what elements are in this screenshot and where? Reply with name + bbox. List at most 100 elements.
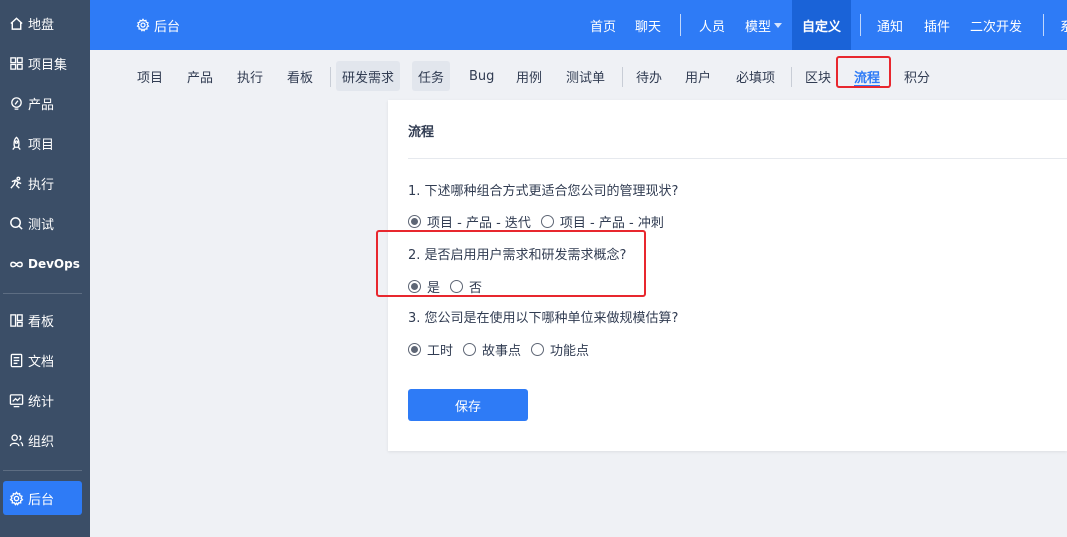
subnav-product[interactable]: 产品 <box>181 61 219 91</box>
sidebar-item-company[interactable]: 组织 <box>0 423 90 457</box>
sidebar-item-label: 项目 <box>28 137 55 153</box>
topnav-separator <box>1043 14 1044 36</box>
topnav-dev[interactable]: 二次开发 <box>970 0 1022 50</box>
subnav-separator <box>622 67 623 87</box>
sidebar-item-label: 后台 <box>28 492 55 508</box>
question-2: 2. 是否启用用户需求和研发需求概念? <box>408 248 627 263</box>
topnav-separator <box>680 14 681 36</box>
option-label: 工时 <box>427 344 454 359</box>
sidebar-item-label: 执行 <box>28 177 55 193</box>
sidebar-item-label: 统计 <box>28 394 55 410</box>
subnav-story[interactable]: 研发需求 <box>336 61 401 91</box>
option-label: 项目 - 产品 - 迭代 <box>427 216 531 231</box>
option-yes[interactable]: 是 <box>408 277 440 296</box>
topnav-custom[interactable]: 自定义 <box>792 0 852 50</box>
topnav-chat[interactable]: 聊天 <box>635 0 661 50</box>
question-1: 1. 下述哪种组合方式更适合您公司的管理现状? <box>408 184 679 199</box>
panel-divider <box>408 158 1067 159</box>
grid-icon <box>8 55 24 71</box>
chart-icon <box>8 392 24 408</box>
subnav-required[interactable]: 必填项 <box>730 61 781 91</box>
gear-icon <box>136 18 150 32</box>
option-label: 否 <box>469 281 483 296</box>
topnav-extension[interactable]: 插件 <box>924 0 950 50</box>
subnav-testcase[interactable]: 用例 <box>510 61 548 91</box>
sidebar-item-dashboard[interactable]: 地盘 <box>0 6 90 40</box>
subnav-testtask[interactable]: 测试单 <box>560 61 611 91</box>
sidebar-item-qa[interactable]: 测试 <box>0 206 90 240</box>
sidebar-item-devops[interactable]: DevOps <box>0 247 90 281</box>
question-2-options: 是 否 <box>408 277 492 296</box>
topnav-system[interactable]: 系 <box>1060 0 1067 50</box>
option-function-point[interactable]: 功能点 <box>531 340 589 359</box>
subnav-task[interactable]: 任务 <box>412 61 451 91</box>
sidebar-item-admin[interactable]: 后台 <box>3 481 82 515</box>
home-icon <box>8 15 24 31</box>
radio-checked[interactable] <box>408 215 421 228</box>
sidebar-item-doc[interactable]: 文档 <box>0 343 90 377</box>
sidebar-item-project[interactable]: 项目 <box>0 126 90 160</box>
sidebar-item-bi[interactable]: 统计 <box>0 383 90 417</box>
sidebar-item-label: DevOps <box>28 257 80 271</box>
topnav-separator <box>860 14 861 36</box>
sidebar-item-label: 文档 <box>28 354 55 370</box>
option-label: 故事点 <box>482 344 522 359</box>
question-1-options: 项目 - 产品 - 迭代 项目 - 产品 - 冲刺 <box>408 212 674 231</box>
sidebar-item-label: 看板 <box>28 314 55 330</box>
rocket-icon <box>8 135 24 151</box>
magnifier-icon <box>8 215 24 231</box>
sidebar-item-label: 产品 <box>28 97 55 113</box>
topnav-message[interactable]: 通知 <box>877 0 903 50</box>
option-hours[interactable]: 工时 <box>408 340 453 359</box>
sidebar-item-execution[interactable]: 执行 <box>0 166 90 200</box>
radio-unchecked[interactable] <box>463 343 477 356</box>
topnav-home[interactable]: 首页 <box>590 0 616 50</box>
sidebar-item-label: 地盘 <box>28 17 55 33</box>
subnav-project[interactable]: 项目 <box>131 61 169 91</box>
subnav-execution[interactable]: 执行 <box>231 61 269 91</box>
sidebar-item-label: 项目集 <box>28 57 68 73</box>
sidebar-item-product[interactable]: 产品 <box>0 86 90 120</box>
kanban-icon <box>8 312 24 328</box>
topnav-user[interactable]: 人员 <box>699 0 725 50</box>
option-project-product-sprint[interactable]: 项目 - 产品 - 冲刺 <box>540 212 664 231</box>
question-3-options: 工时 故事点 功能点 <box>408 340 599 359</box>
infinity-icon <box>8 256 24 272</box>
sidebar-item-label: 测试 <box>28 217 55 233</box>
option-label: 功能点 <box>550 344 590 359</box>
save-button[interactable]: 保存 <box>408 389 528 421</box>
sidebar: 地盘 项目集 产品 项目 执行 测试 DevOps 看板 文档 统计 组织 后台 <box>0 0 90 537</box>
option-project-product-iteration[interactable]: 项目 - 产品 - 迭代 <box>408 212 531 231</box>
radio-unchecked[interactable] <box>450 280 464 293</box>
topnav-model[interactable]: 模型 <box>745 0 783 50</box>
option-label: 项目 - 产品 - 冲刺 <box>559 216 664 231</box>
subnav-separator <box>330 67 331 87</box>
document-icon <box>8 352 24 368</box>
chevron-down-icon <box>774 22 783 28</box>
subnav-kanban[interactable]: 看板 <box>281 61 319 91</box>
header-brand[interactable]: 后台 <box>136 0 180 50</box>
subnav-user[interactable]: 用户 <box>679 61 717 91</box>
subnav-score[interactable]: 积分 <box>898 61 936 91</box>
radio-checked[interactable] <box>408 343 421 356</box>
gear-icon <box>8 490 24 506</box>
subnav-block[interactable]: 区块 <box>799 61 837 91</box>
radio-unchecked[interactable] <box>531 343 545 356</box>
lightbulb-icon <box>8 95 24 111</box>
radio-unchecked[interactable] <box>540 215 554 228</box>
sidebar-item-program[interactable]: 项目集 <box>0 46 90 80</box>
subnav-flow[interactable]: 流程 <box>848 61 886 91</box>
radio-checked[interactable] <box>408 280 421 293</box>
subnav-todo[interactable]: 待办 <box>630 61 668 91</box>
topnav-model-label: 模型 <box>745 19 772 35</box>
sidebar-item-kanban[interactable]: 看板 <box>0 303 90 337</box>
top-header: 后台 首页 聊天 人员 模型 自定义 通知 插件 二次开发 系 <box>90 0 1067 50</box>
people-icon <box>8 432 24 448</box>
flow-panel: 流程 1. 下述哪种组合方式更适合您公司的管理现状? 项目 - 产品 - 迭代 … <box>388 100 1067 451</box>
option-no[interactable]: 否 <box>450 277 482 296</box>
subnav-bug[interactable]: Bug <box>463 61 500 91</box>
option-story-point[interactable]: 故事点 <box>463 340 521 359</box>
sidebar-item-label: 组织 <box>28 434 55 450</box>
panel-title: 流程 <box>408 125 435 140</box>
sidebar-divider <box>3 293 82 294</box>
